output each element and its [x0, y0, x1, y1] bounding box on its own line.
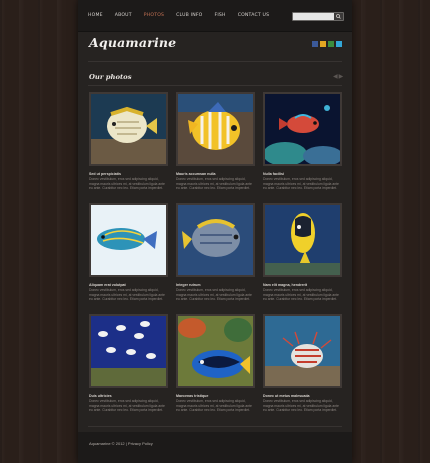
photo-card: Sed ut perspiciatis Donec vestibulum, er… [89, 92, 168, 191]
photo-thumbnail[interactable] [176, 203, 255, 277]
photo-thumbnail[interactable] [89, 92, 168, 166]
site-logo[interactable]: Aquamarine [89, 35, 176, 50]
search-icon [336, 14, 341, 19]
chevron-left-icon[interactable]: ◀ [333, 74, 338, 80]
divider [88, 61, 342, 62]
photo-card: Mauris accumsan nulla Donec vestibulum, … [176, 92, 255, 191]
photo-thumbnail[interactable] [263, 203, 342, 277]
photo-card: Duis ultricies Donec vestibulum, eros se… [89, 314, 168, 413]
photo-description: Donec vestibulum, eros sed adipiscing al… [263, 399, 339, 413]
photo-description: Donec vestibulum, eros sed adipiscing al… [263, 288, 339, 302]
photo-caption[interactable]: Integer rutrum [176, 283, 255, 287]
main-nav: HOME ABOUT PHOTOS CLUB INFO FISH CONTACT… [88, 13, 281, 19]
photo-thumbnail[interactable] [263, 314, 342, 388]
footer: Aquamarine © 2012 | Privacy Policy [78, 432, 352, 463]
facebook-icon[interactable] [312, 41, 318, 47]
photo-caption[interactable]: Mauris accumsan nulla [176, 172, 255, 176]
photo-caption[interactable]: Maecenas tristique [176, 394, 255, 398]
photo-description: Donec vestibulum, eros sed adipiscing al… [176, 288, 252, 302]
photo-caption[interactable]: Aliquam erat volutpat [89, 283, 168, 287]
photo-card: Integer rutrum Donec vestibulum, eros se… [176, 203, 255, 302]
gallery-arrows: ◀ ▶ [332, 74, 343, 80]
nav-item-club-info[interactable]: CLUB INFO [176, 13, 202, 19]
photo-thumbnail[interactable] [176, 92, 255, 166]
photo-caption[interactable]: Nam elit magna, hendrerit [263, 283, 342, 287]
photo-card: Nulla facilisi Donec vestibulum, eros se… [263, 92, 342, 191]
photo-caption[interactable]: Nulla facilisi [263, 172, 342, 176]
divider [88, 85, 342, 86]
nav-item-fish[interactable]: FISH [215, 13, 226, 19]
photo-description: Donec vestibulum, eros sed adipiscing al… [176, 177, 252, 191]
section-title: Our photos [89, 73, 132, 81]
nav-item-contact-us[interactable]: CONTACT US [238, 13, 270, 19]
top-navigation-bar: HOME ABOUT PHOTOS CLUB INFO FISH CONTACT… [78, 0, 352, 32]
nav-item-home[interactable]: HOME [88, 13, 103, 19]
photo-card: Nam elit magna, hendrerit Donec vestibul… [263, 203, 342, 302]
photo-caption[interactable]: Donec ut metus malesuada [263, 394, 342, 398]
rss-icon[interactable] [320, 41, 326, 47]
page-container: HOME ABOUT PHOTOS CLUB INFO FISH CONTACT… [78, 0, 352, 463]
photo-thumbnail[interactable] [89, 314, 168, 388]
photo-thumbnail[interactable] [263, 92, 342, 166]
photo-thumbnail[interactable] [89, 203, 168, 277]
nav-item-about[interactable]: ABOUT [115, 13, 132, 19]
chevron-right-icon[interactable]: ▶ [339, 74, 344, 80]
divider [88, 426, 342, 427]
photo-description: Donec vestibulum, eros sed adipiscing al… [89, 288, 165, 302]
vimeo-icon[interactable] [336, 41, 342, 47]
photo-thumbnail[interactable] [176, 314, 255, 388]
twitter-icon[interactable] [328, 41, 334, 47]
photo-description: Donec vestibulum, eros sed adipiscing al… [89, 177, 165, 191]
photo-card: Donec ut metus malesuada Donec vestibulu… [263, 314, 342, 413]
photo-card: Maecenas tristique Donec vestibulum, ero… [176, 314, 255, 413]
photo-description: Donec vestibulum, eros sed adipiscing al… [89, 399, 165, 413]
photo-card: Aliquam erat volutpat Donec vestibulum, … [89, 203, 168, 302]
photo-caption[interactable]: Duis ultricies [89, 394, 168, 398]
nav-item-photos[interactable]: PHOTOS [144, 13, 164, 19]
search-box [292, 12, 344, 21]
social-links [310, 41, 342, 47]
photo-description: Donec vestibulum, eros sed adipiscing al… [263, 177, 339, 191]
photo-caption[interactable]: Sed ut perspiciatis [89, 172, 168, 176]
footer-copyright[interactable]: Aquamarine © 2012 | Privacy Policy [89, 441, 153, 446]
search-button[interactable] [334, 13, 343, 20]
search-input[interactable] [293, 13, 334, 20]
photo-description: Donec vestibulum, eros sed adipiscing al… [176, 399, 252, 413]
